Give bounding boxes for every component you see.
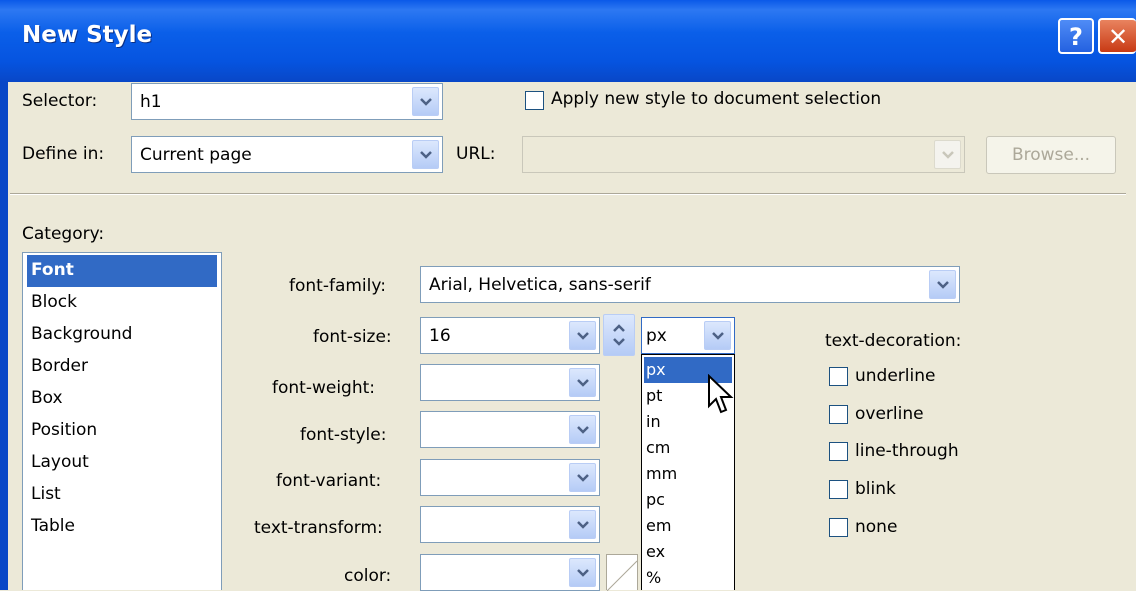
chevron-down-icon[interactable] bbox=[569, 463, 596, 492]
blink-checkbox[interactable] bbox=[829, 480, 848, 499]
chevron-down-icon[interactable] bbox=[569, 321, 596, 350]
category-item-font[interactable]: Font bbox=[27, 255, 217, 287]
font-variant-label: font-variant: bbox=[276, 471, 382, 491]
category-item-border[interactable]: Border bbox=[27, 351, 217, 383]
close-icon: ✕ bbox=[1107, 23, 1129, 51]
overline-label: overline bbox=[855, 404, 924, 424]
help-icon: ? bbox=[1069, 23, 1083, 51]
chevron-down-icon[interactable] bbox=[569, 415, 596, 444]
font-family-value: Arial, Helvetica, sans-serif bbox=[429, 275, 651, 295]
underline-checkbox[interactable] bbox=[829, 367, 848, 386]
category-item-background[interactable]: Background bbox=[27, 319, 217, 351]
apply-style-checkbox[interactable] bbox=[525, 91, 544, 110]
line-through-label: line-through bbox=[855, 441, 959, 461]
chevron-down-icon[interactable] bbox=[412, 140, 439, 169]
overline-checkbox[interactable] bbox=[829, 405, 848, 424]
unit-option-em[interactable]: em bbox=[644, 513, 732, 539]
apply-style-label: Apply new style to document selection bbox=[551, 89, 882, 109]
category-item-block[interactable]: Block bbox=[27, 287, 217, 319]
category-item-list[interactable]: List bbox=[27, 479, 217, 511]
url-label: URL: bbox=[456, 144, 496, 164]
underline-label: underline bbox=[855, 366, 936, 386]
unit-option-cm[interactable]: cm bbox=[644, 435, 732, 461]
category-item-layout[interactable]: Layout bbox=[27, 447, 217, 479]
chevron-down-icon[interactable] bbox=[569, 558, 596, 587]
font-size-spinner[interactable] bbox=[603, 314, 635, 356]
chevron-down-icon[interactable] bbox=[569, 510, 596, 539]
chevron-down-icon bbox=[934, 140, 961, 169]
category-label: Category: bbox=[22, 224, 105, 244]
none-checkbox[interactable] bbox=[829, 518, 848, 537]
unit-option-ex[interactable]: ex bbox=[644, 539, 732, 565]
define-in-dropdown[interactable]: Current page bbox=[131, 136, 443, 173]
selector-value: h1 bbox=[140, 92, 162, 112]
chevron-down-icon[interactable] bbox=[569, 368, 596, 397]
browse-button: Browse... bbox=[986, 136, 1116, 174]
chevron-down-icon[interactable] bbox=[412, 87, 439, 116]
font-style-label: font-style: bbox=[300, 425, 387, 445]
selector-label: Selector: bbox=[22, 91, 98, 111]
font-size-label: font-size: bbox=[313, 327, 392, 347]
line-through-checkbox[interactable] bbox=[829, 442, 848, 461]
font-weight-label: font-weight: bbox=[272, 378, 376, 398]
font-family-dropdown[interactable]: Arial, Helvetica, sans-serif bbox=[420, 266, 960, 303]
window-title: New Style bbox=[22, 22, 153, 48]
color-swatch[interactable] bbox=[606, 554, 638, 591]
define-in-value: Current page bbox=[140, 145, 252, 165]
unit-option-mm[interactable]: mm bbox=[644, 461, 732, 487]
unit-option-percent[interactable]: % bbox=[644, 565, 732, 590]
help-button[interactable]: ? bbox=[1058, 18, 1094, 54]
category-list[interactable]: Font Block Background Border Box Positio… bbox=[22, 252, 222, 590]
font-size-unit-value: px bbox=[646, 326, 667, 346]
text-transform-label: text-transform: bbox=[254, 518, 383, 538]
define-in-label: Define in: bbox=[22, 144, 105, 164]
text-transform-dropdown[interactable] bbox=[420, 506, 600, 543]
font-size-unit-dropdown[interactable]: px bbox=[641, 317, 735, 354]
category-item-position[interactable]: Position bbox=[27, 415, 217, 447]
separator bbox=[10, 193, 1126, 195]
mouse-cursor-icon bbox=[708, 374, 734, 414]
unit-option-pc[interactable]: pc bbox=[644, 487, 732, 513]
text-decoration-label: text-decoration: bbox=[825, 331, 962, 351]
none-label: none bbox=[855, 517, 898, 537]
font-size-value: 16 bbox=[429, 326, 451, 346]
window-border bbox=[0, 82, 8, 590]
font-variant-dropdown[interactable] bbox=[420, 459, 600, 496]
color-dropdown[interactable] bbox=[420, 554, 600, 591]
font-style-dropdown[interactable] bbox=[420, 411, 600, 448]
category-item-table[interactable]: Table bbox=[27, 511, 217, 543]
color-label: color: bbox=[344, 566, 392, 586]
title-bar: New Style ? ✕ bbox=[0, 0, 1136, 82]
close-button[interactable]: ✕ bbox=[1098, 18, 1136, 54]
font-size-dropdown[interactable]: 16 bbox=[420, 317, 600, 354]
chevron-down-icon[interactable] bbox=[929, 270, 956, 299]
font-weight-dropdown[interactable] bbox=[420, 364, 600, 401]
blink-label: blink bbox=[855, 479, 896, 499]
font-family-label: font-family: bbox=[289, 276, 386, 296]
url-dropdown bbox=[522, 136, 965, 173]
category-item-box[interactable]: Box bbox=[27, 383, 217, 415]
chevron-down-icon[interactable] bbox=[704, 321, 731, 350]
spinner-icon bbox=[613, 324, 625, 346]
selector-dropdown[interactable]: h1 bbox=[131, 83, 443, 120]
